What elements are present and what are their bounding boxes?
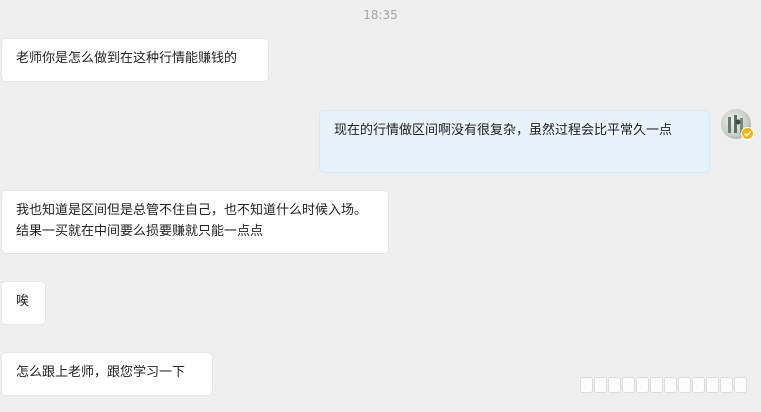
message-bubble-incoming[interactable]: 我也知道是区间但是总管不住自己，也不知道什么时候入场。结果一买就在中间要么损要赚… (2, 191, 388, 253)
message-bubble-outgoing[interactable]: 现在的行情做区间啊没有很复杂，虽然过程会比平常久一点 (320, 111, 709, 172)
verified-badge-icon (741, 127, 754, 140)
message-bubble-incoming[interactable]: 老师你是怎么做到在这种行情能赚钱的 (2, 39, 268, 81)
message-text: 我也知道是区间但是总管不住自己，也不知道什么时候入场。结果一买就在中间要么损要赚… (16, 203, 368, 239)
message-text: 怎么跟上老师，跟您学习一下 (16, 365, 186, 380)
weibo-watermark (581, 378, 753, 392)
message-text: 唉 (16, 294, 30, 309)
message-text: 老师你是怎么做到在这种行情能赚钱的 (16, 51, 238, 66)
message-timestamp: 18:35 (363, 8, 398, 22)
message-text: 现在的行情做区间啊没有很复杂，虽然过程会比平常久一点 (334, 123, 673, 138)
message-bubble-incoming[interactable]: 唉 (2, 282, 45, 324)
message-bubble-incoming[interactable]: 怎么跟上老师，跟您学习一下 (2, 353, 212, 395)
